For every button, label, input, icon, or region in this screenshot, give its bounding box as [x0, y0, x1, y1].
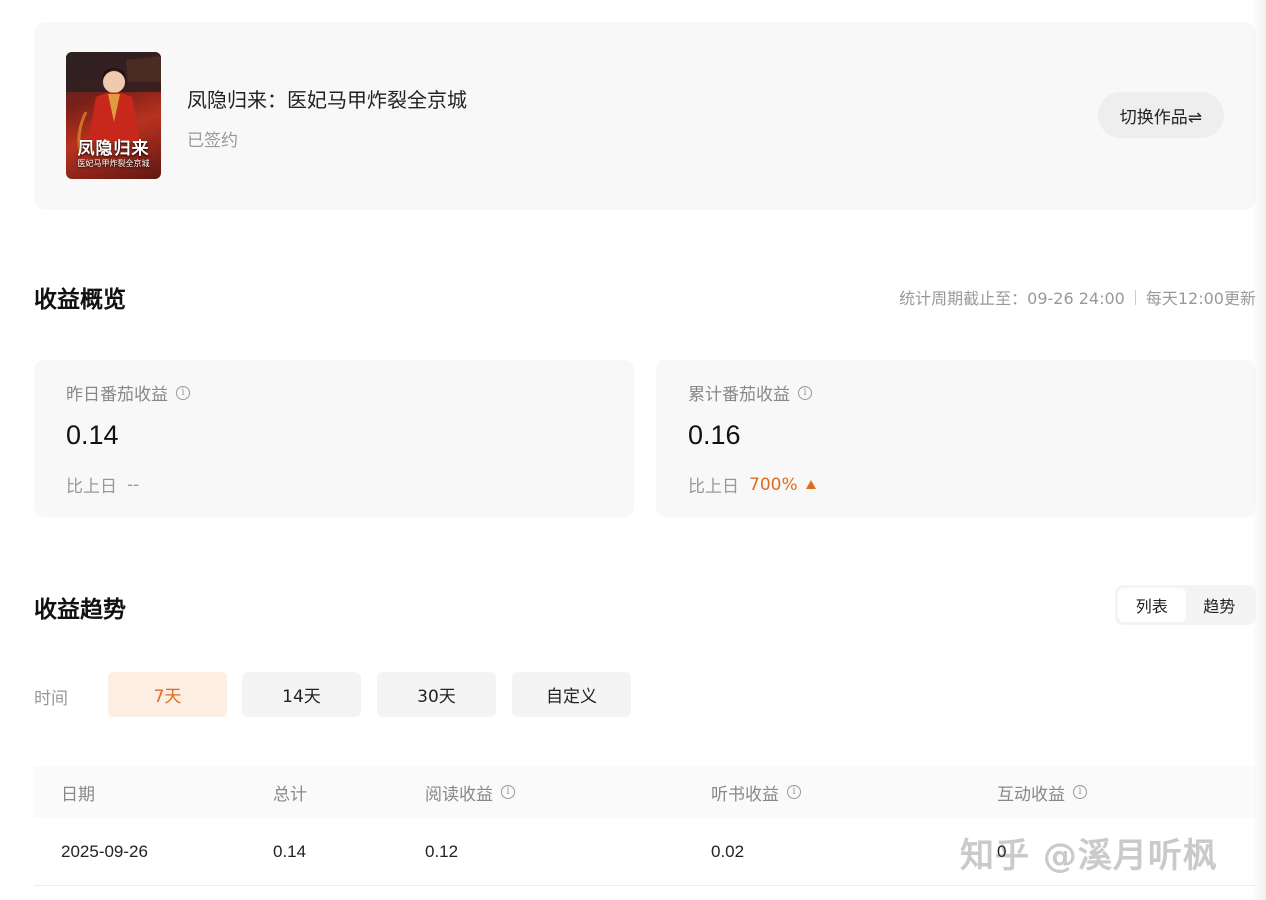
- range-30d-button[interactable]: 30天: [377, 672, 496, 717]
- edge-shadow: [1252, 0, 1266, 900]
- info-icon[interactable]: i: [176, 385, 190, 400]
- up-arrow-icon: [805, 480, 816, 489]
- compare-value: 700%: [749, 474, 798, 495]
- stat-value: 0.14: [66, 420, 119, 450]
- info-icon[interactable]: i: [1073, 785, 1087, 799]
- compare-label: 比上日: [66, 477, 117, 497]
- period-text: 统计周期截止至：09-26 24:00: [899, 289, 1125, 308]
- stat-label: 累计番茄收益: [688, 385, 790, 405]
- update-text: 每天12:00更新: [1145, 289, 1256, 308]
- info-icon[interactable]: i: [787, 785, 801, 799]
- column-header: 总计: [273, 784, 307, 805]
- column-header: 听书收益: [711, 784, 779, 805]
- table-header: 日期 总计 阅读收益 i 听书收益 i 互动收益 i: [34, 766, 1256, 818]
- total-revenue-card: 累计番茄收益 i 0.16 比上日 700%: [656, 360, 1256, 517]
- info-icon[interactable]: i: [501, 785, 515, 799]
- table-cell: 0.02: [711, 841, 745, 861]
- stat-value: 0.16: [688, 420, 741, 450]
- compare-label: 比上日: [688, 477, 739, 497]
- cover-title: 凤隐归来: [77, 138, 150, 159]
- view-trend-button[interactable]: 趋势: [1186, 588, 1254, 622]
- column-header: 互动收益: [997, 784, 1065, 805]
- trend-title: 收益趋势: [34, 597, 126, 623]
- overview-title: 收益概览: [34, 287, 126, 313]
- compare-value: --: [127, 474, 140, 495]
- table-cell: 0.12: [425, 841, 459, 861]
- view-toggle: 列表 趋势: [1115, 585, 1256, 625]
- range-14d-button[interactable]: 14天: [242, 672, 361, 717]
- info-icon[interactable]: i: [798, 385, 812, 400]
- stat-label: 昨日番茄收益: [66, 385, 168, 405]
- table-cell: 0.14: [273, 841, 307, 861]
- cover-subtitle: 医妃马甲炸裂全京城: [77, 159, 150, 169]
- divider: [1134, 289, 1136, 305]
- book-title: 凤隐归来：医妃马甲炸裂全京城: [187, 88, 467, 112]
- period-info: 统计周期截止至：09-26 24:00 每天12:00更新: [899, 285, 1256, 309]
- switch-work-button[interactable]: 切换作品⇌: [1097, 92, 1224, 138]
- table-cell: 2025-09-26: [61, 841, 148, 861]
- range-7d-button[interactable]: 7天: [108, 672, 227, 717]
- column-header: 日期: [61, 784, 95, 805]
- view-list-button[interactable]: 列表: [1118, 588, 1186, 622]
- yesterday-revenue-card: 昨日番茄收益 i 0.14 比上日 --: [34, 360, 634, 517]
- column-header: 阅读收益: [425, 784, 493, 805]
- time-label: 时间: [34, 689, 68, 709]
- book-card: 凤隐归来 医妃马甲炸裂全京城 凤隐归来：医妃马甲炸裂全京城 已签约 切换作品⇌: [34, 22, 1256, 210]
- watermark: 知乎 @溪月听枫: [960, 836, 1218, 876]
- book-status: 已签约: [187, 131, 238, 151]
- range-custom-button[interactable]: 自定义: [512, 672, 631, 717]
- book-cover-image: 凤隐归来 医妃马甲炸裂全京城: [66, 52, 161, 179]
